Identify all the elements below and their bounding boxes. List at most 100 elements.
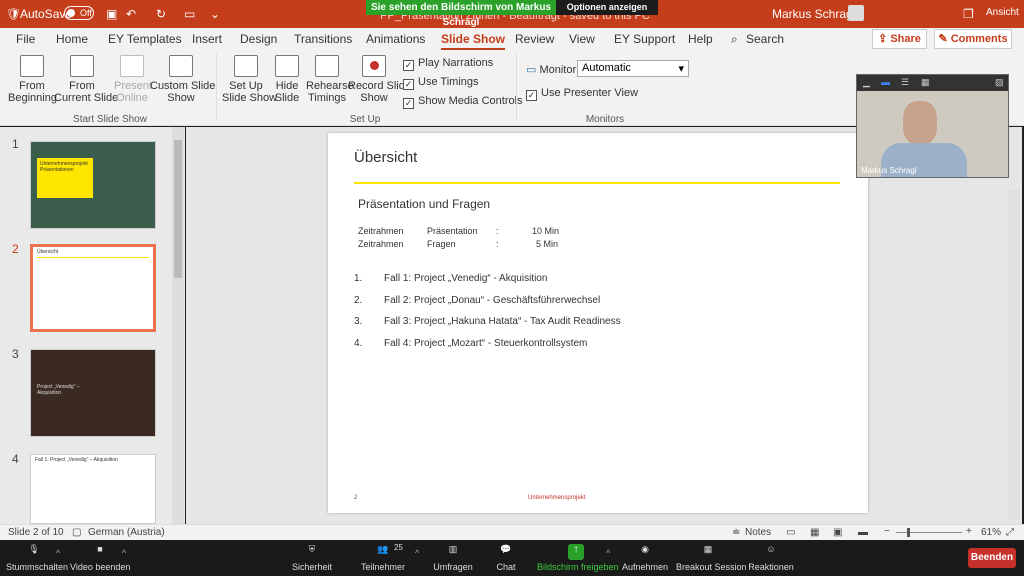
tab-ey-templates[interactable]: EY Templates [108, 32, 182, 46]
slide-thumbnail-3[interactable]: Project „Venedig“ – Akquisition [30, 349, 156, 437]
tab-transitions[interactable]: Transitions [294, 32, 352, 46]
list-number: 3. [354, 316, 363, 327]
video-toolbar: ▁ ▬ ☰ ▦ ▨ [857, 75, 1008, 91]
search-icon[interactable]: ⌕ [731, 32, 738, 47]
polls-button[interactable]: ▥ Umfragen [432, 544, 474, 572]
video-options-caret[interactable]: ^ [122, 548, 126, 558]
user-name: Markus Schragl [772, 7, 856, 21]
stopwatch-icon [315, 55, 339, 77]
slide-title-rule [354, 182, 840, 184]
editor-scrollbar[interactable] [1008, 190, 1020, 520]
slide-thumbnail-4[interactable]: Fall 1: Project „Venedig“ – Akquisition [30, 454, 156, 524]
tab-animations[interactable]: Animations [366, 32, 425, 46]
play-narrations-checkbox[interactable]: ✓ Play Narrations [403, 57, 493, 71]
video-window[interactable]: ▁ ▬ ☰ ▦ ▨ Markus Schragl [856, 74, 1009, 178]
hide-slide-icon [275, 55, 299, 77]
speaker-view-icon[interactable]: ▬ [881, 77, 890, 87]
case-list: 1. Fall 1: Project „Venedig“ - Akquisitio… [354, 273, 834, 359]
slide-thumbnail-2[interactable]: Übersicht [30, 244, 156, 332]
breakout-button[interactable]: ▦ Breakout Session [676, 544, 747, 572]
undo-icon[interactable]: ↶ [126, 7, 136, 21]
zoom-level[interactable]: 61% [981, 527, 1001, 538]
participants-options-caret[interactable]: ^ [415, 548, 419, 558]
use-timings-checkbox[interactable]: ✓ Use Timings [403, 76, 479, 90]
present-online-label-2: Online [116, 92, 148, 104]
chat-button[interactable]: 💬 Chat [494, 544, 518, 572]
sorter-view-icon[interactable]: ▦ [810, 527, 819, 538]
slide-canvas[interactable]: Übersicht Präsentation und Fragen Zeitra… [328, 133, 868, 513]
end-meeting-button[interactable]: Beenden [968, 548, 1016, 568]
fit-to-window-icon[interactable]: ⤢ [1006, 527, 1014, 538]
comments-button[interactable]: ✎ Comments [934, 29, 1012, 49]
share-screen-button[interactable]: ↑ Bildschirm freigeben [537, 544, 619, 572]
view-button[interactable]: Ansicht [986, 7, 1019, 18]
tab-home[interactable]: Home [56, 32, 88, 46]
tab-help[interactable]: Help [688, 32, 713, 46]
zoom-slider-handle[interactable] [907, 528, 910, 537]
zoom-out-button[interactable]: − [884, 526, 890, 537]
zoom-slider-track[interactable] [896, 532, 962, 533]
mute-options-caret[interactable]: ^ [56, 548, 60, 558]
share-screen-label: Bildschirm freigeben [537, 562, 619, 572]
tab-review[interactable]: Review [515, 32, 554, 46]
save-icon[interactable]: ▣ [106, 7, 117, 21]
thumb-number: 3 [12, 347, 19, 361]
scrollbar-thumb[interactable] [174, 140, 182, 278]
from-current-label-1: From [69, 80, 95, 92]
setup-show-button[interactable]: Set Up Slide Show [222, 55, 277, 104]
rehearse-timings-button[interactable]: Rehearse Timings [306, 55, 354, 104]
normal-view-icon[interactable]: ▭ [786, 527, 795, 538]
grid-view-icon[interactable]: ▦ [921, 77, 930, 88]
record-button[interactable]: ◉ Aufnehmen [622, 544, 668, 572]
tab-file[interactable]: File [16, 32, 35, 46]
reading-view-icon[interactable]: ▣ [833, 527, 842, 538]
time-type: Fragen [427, 239, 456, 249]
tab-design[interactable]: Design [240, 32, 277, 46]
zoom-in-button[interactable]: + [966, 526, 972, 537]
list-item: 2. Fall 2: Project „Donau“ - Geschäftsfüh… [354, 295, 834, 317]
present-online-button[interactable]: Present Online [114, 55, 152, 104]
record-icon: ◉ [641, 544, 649, 554]
slide-thumbnail-pane: 1 Unternehmensprojekt Präsentationen 2 Ü… [0, 127, 185, 524]
custom-show-button[interactable]: Custom Slide Show [150, 55, 215, 104]
show-media-checkbox[interactable]: ✓ Show Media Controls [403, 95, 523, 109]
present-icon[interactable]: ▭ [184, 7, 195, 21]
slide-thumbnail-1[interactable]: Unternehmensprojekt Präsentationen [30, 141, 156, 229]
monitor-select[interactable]: Automatic ▾ [577, 60, 689, 77]
people-icon: 👥 [377, 544, 389, 554]
tab-insert[interactable]: Insert [192, 32, 222, 46]
record-show-button[interactable]: Record Slide Show [348, 55, 411, 104]
minimize-icon[interactable]: ▁ [863, 77, 870, 88]
stop-video-button[interactable]: ■ Video beenden [70, 544, 130, 572]
restore-icon[interactable]: ❐ [963, 7, 974, 21]
notes-icon[interactable]: ≐ [732, 527, 740, 538]
share-options-caret[interactable]: ^ [606, 548, 610, 558]
view-options-button[interactable]: Optionen anzeigen [556, 0, 658, 15]
strip-view-icon[interactable]: ☰ [901, 77, 909, 88]
tab-view[interactable]: View [569, 32, 595, 46]
language-label[interactable]: German (Austria) [88, 527, 165, 538]
presenter-view-checkbox[interactable]: ✓ Use Presenter View [526, 87, 638, 101]
security-button[interactable]: ⛨ Sicherheit [290, 544, 334, 572]
pin-icon[interactable]: ▨ [995, 77, 1004, 88]
user-avatar[interactable] [848, 5, 864, 21]
slideshow-view-icon[interactable]: ▬ [858, 527, 868, 538]
from-beginning-label-1: From [19, 80, 45, 92]
share-button[interactable]: ⇪ Share [872, 29, 927, 49]
language-icon[interactable]: ▢ [72, 527, 81, 538]
chevron-down-icon: ▾ [678, 63, 684, 75]
time-value: 5 Min [536, 239, 559, 249]
tab-slide-show[interactable]: Slide Show [441, 32, 506, 50]
search-box[interactable]: Search [746, 32, 784, 46]
notes-button[interactable]: Notes [745, 527, 771, 538]
presenter-view-label: Use Presenter View [541, 87, 639, 99]
play-from-start-icon [20, 55, 44, 77]
mute-button[interactable]: 🎙 Stummschalten [6, 544, 68, 572]
from-current-button[interactable]: From Current Slide [54, 55, 118, 104]
from-beginning-button[interactable]: From Beginning [8, 55, 57, 104]
reactions-button[interactable]: ☺ Reaktionen [748, 544, 794, 572]
tab-ey-support[interactable]: EY Support [614, 32, 675, 46]
hide-slide-button[interactable]: Hide Slide [272, 55, 302, 104]
customize-icon[interactable]: ⌄ [210, 7, 220, 21]
redo-icon[interactable]: ↻ [156, 7, 166, 21]
